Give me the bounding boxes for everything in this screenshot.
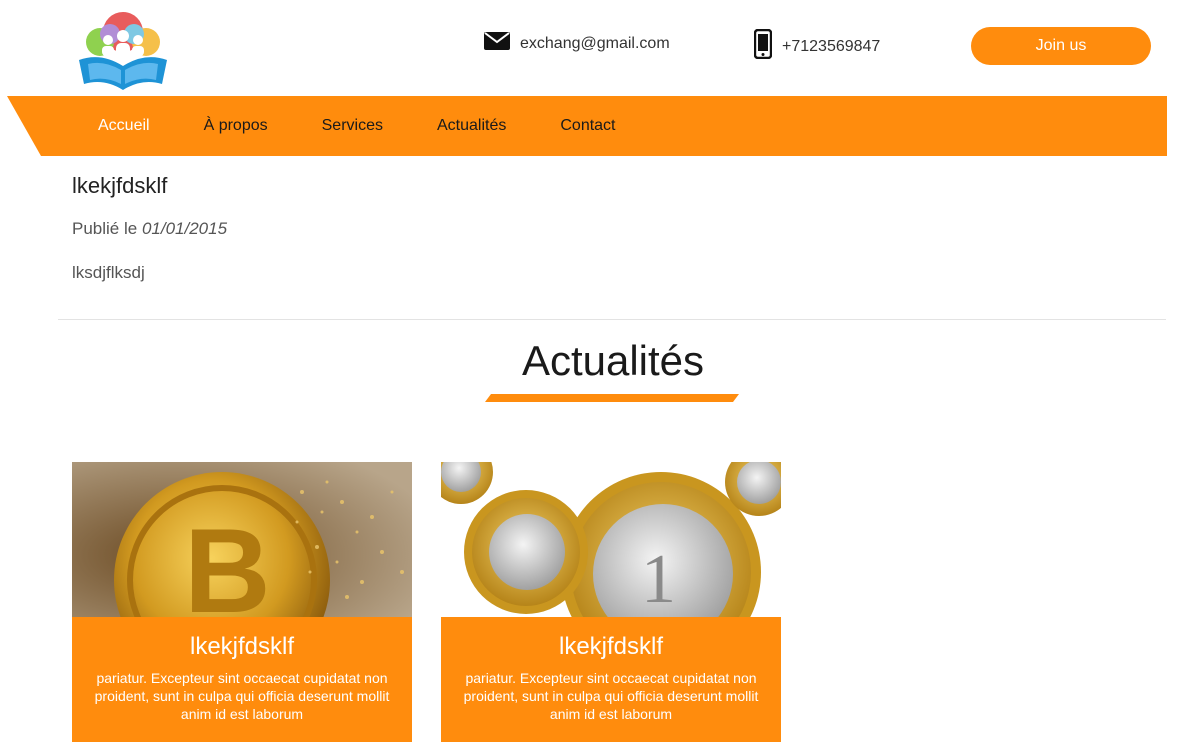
nav-item-accueil[interactable]: Accueil — [98, 117, 150, 135]
news-section-title: Actualités — [521, 337, 705, 384]
nav-item-a-propos[interactable]: À propos — [204, 117, 268, 135]
published-date: 01/01/2015 — [141, 219, 228, 238]
news-card-title[interactable]: lkekjfdsklf — [72, 633, 412, 661]
header-phone[interactable]: +7123569847 — [753, 28, 881, 64]
published-prefix: Publié le — [72, 219, 138, 238]
article-title: lkekjfdsklf — [72, 173, 168, 198]
join-us-button[interactable]: Join us — [971, 27, 1151, 65]
section-divider — [58, 319, 1166, 320]
news-card-body: lkekjfdsklf pariatur. Excepteur sint occ… — [72, 617, 412, 742]
main-nav: Accueil À propos Services Actualités Con… — [98, 96, 670, 156]
news-card[interactable]: B lkekjfdsklf pariatur. Excepteur sint o… — [72, 462, 412, 742]
news-title-underline — [485, 394, 739, 402]
bitcoin-coin-image[interactable]: B — [72, 462, 412, 617]
nav-item-actualites[interactable]: Actualités — [437, 117, 506, 135]
envelope-icon — [484, 32, 510, 55]
article-published-date: Publié le 01/01/2015 — [72, 219, 227, 239]
news-card-title[interactable]: lkekjfdsklf — [441, 633, 781, 661]
header-email[interactable]: exchang@gmail.com — [484, 32, 670, 55]
news-card[interactable]: 1 lkekjfdsklf pariatur. Excepteur sint o… — [441, 462, 781, 742]
svg-text:B: B — [184, 504, 271, 617]
svg-text:1: 1 — [641, 541, 676, 617]
mobile-phone-icon — [753, 28, 773, 64]
news-card-body: lkekjfdsklf pariatur. Excepteur sint occ… — [441, 617, 781, 742]
nav-item-services[interactable]: Services — [322, 117, 383, 135]
euro-coins-gears-image[interactable]: 1 — [441, 462, 781, 617]
phone-text: +7123569847 — [782, 37, 881, 55]
news-card-text: pariatur. Excepteur sint occaecat cupida… — [94, 670, 390, 722]
news-card-text: pariatur. Excepteur sint occaecat cupida… — [463, 670, 759, 722]
site-logo[interactable] — [74, 8, 172, 94]
email-text: exchang@gmail.com — [520, 34, 670, 52]
article-body: lksdjflksdj — [72, 263, 145, 282]
nav-item-contact[interactable]: Contact — [560, 117, 615, 135]
